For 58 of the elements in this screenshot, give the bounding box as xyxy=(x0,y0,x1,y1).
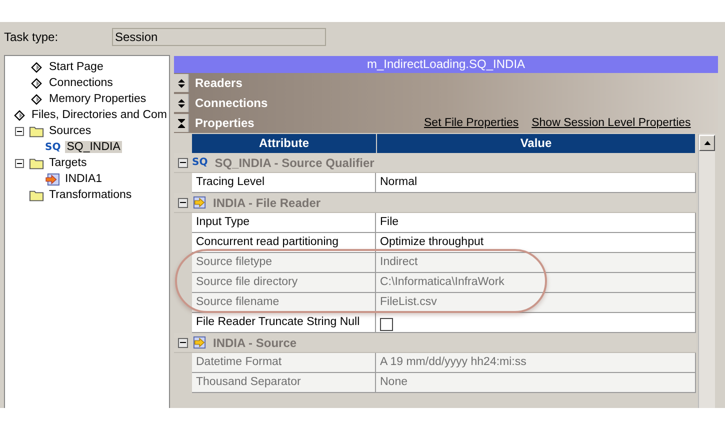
expand-icon xyxy=(178,98,184,108)
tree-item[interactable]: Files, Directories and Com xyxy=(30,109,169,121)
tree-item[interactable]: Memory Properties xyxy=(47,93,148,105)
tree-item[interactable]: INDIA1 xyxy=(63,173,104,185)
scroll-up-button[interactable] xyxy=(699,135,715,151)
tree-item[interactable]: Start Page xyxy=(47,61,106,73)
tree-item[interactable]: Transformations xyxy=(47,189,134,201)
attribute-cell: Datetime Format xyxy=(192,353,376,373)
column-header[interactable]: Attribute xyxy=(192,134,377,153)
link[interactable]: Show Session Level Properties xyxy=(532,117,691,129)
diamond-page-icon xyxy=(31,78,42,88)
section-toggle[interactable] xyxy=(174,94,189,112)
attribute-cell: File Reader Truncate String Null xyxy=(192,313,376,333)
section-header[interactable]: Properties xyxy=(195,116,395,130)
folder-icon xyxy=(29,156,44,170)
up-arrow-icon xyxy=(704,141,710,145)
diamond-page-icon xyxy=(14,110,25,120)
section-toggle[interactable] xyxy=(174,114,189,132)
value-cell[interactable]: Normal xyxy=(380,173,418,192)
attribute-cell: Concurrent read partitioning xyxy=(192,233,376,253)
collapse-toggle[interactable] xyxy=(14,158,24,168)
group-title: INDIA - Source xyxy=(213,336,297,350)
attribute-cell: Input Type xyxy=(192,213,376,233)
collapse-toggle[interactable] xyxy=(14,126,24,136)
column-header[interactable]: Value xyxy=(377,134,696,153)
folder-icon xyxy=(29,124,44,138)
value-cell[interactable]: File xyxy=(380,213,399,232)
collapse-icon xyxy=(178,118,184,128)
group-title: SQ_INDIA - Source Qualifier xyxy=(214,156,374,170)
checkbox[interactable] xyxy=(380,318,393,330)
attribute-cell: Thousand Separator xyxy=(192,373,376,393)
source-qualifier-icon: SQ xyxy=(45,142,61,152)
tree-item[interactable]: Targets xyxy=(47,157,89,169)
collapse-toggle[interactable] xyxy=(178,338,188,348)
attribute-cell: Source file directory xyxy=(192,273,376,293)
diamond-page-icon xyxy=(31,94,42,104)
tree-item[interactable]: SQ_INDIA xyxy=(64,141,122,153)
reader-arrow-icon xyxy=(192,336,207,349)
task-type-field[interactable]: Session xyxy=(112,28,326,46)
panel-title-bar: m_IndirectLoading.SQ_INDIA xyxy=(174,56,718,73)
attribute-cell: Tracing Level xyxy=(192,173,376,193)
folder-icon xyxy=(29,188,44,202)
reader-arrow-icon xyxy=(192,196,207,209)
scrollbar[interactable] xyxy=(698,134,715,408)
expand-icon xyxy=(178,78,184,88)
source-qualifier-icon: SQ xyxy=(192,157,208,168)
group-title: INDIA - File Reader xyxy=(213,196,321,210)
tree-item[interactable]: Connections xyxy=(47,77,115,89)
attribute-cell: Source filetype xyxy=(192,253,376,273)
task-type-label: Task type: xyxy=(4,30,60,44)
attribute-cell: Source filename xyxy=(192,293,376,313)
collapse-toggle[interactable] xyxy=(178,198,188,208)
diamond-page-icon xyxy=(31,62,42,72)
tree-item[interactable]: Sources xyxy=(47,125,94,137)
target-arrow-icon xyxy=(45,172,60,186)
link[interactable]: Set File Properties xyxy=(424,117,519,129)
section-toggle[interactable] xyxy=(174,74,189,92)
collapse-toggle[interactable] xyxy=(178,158,188,168)
